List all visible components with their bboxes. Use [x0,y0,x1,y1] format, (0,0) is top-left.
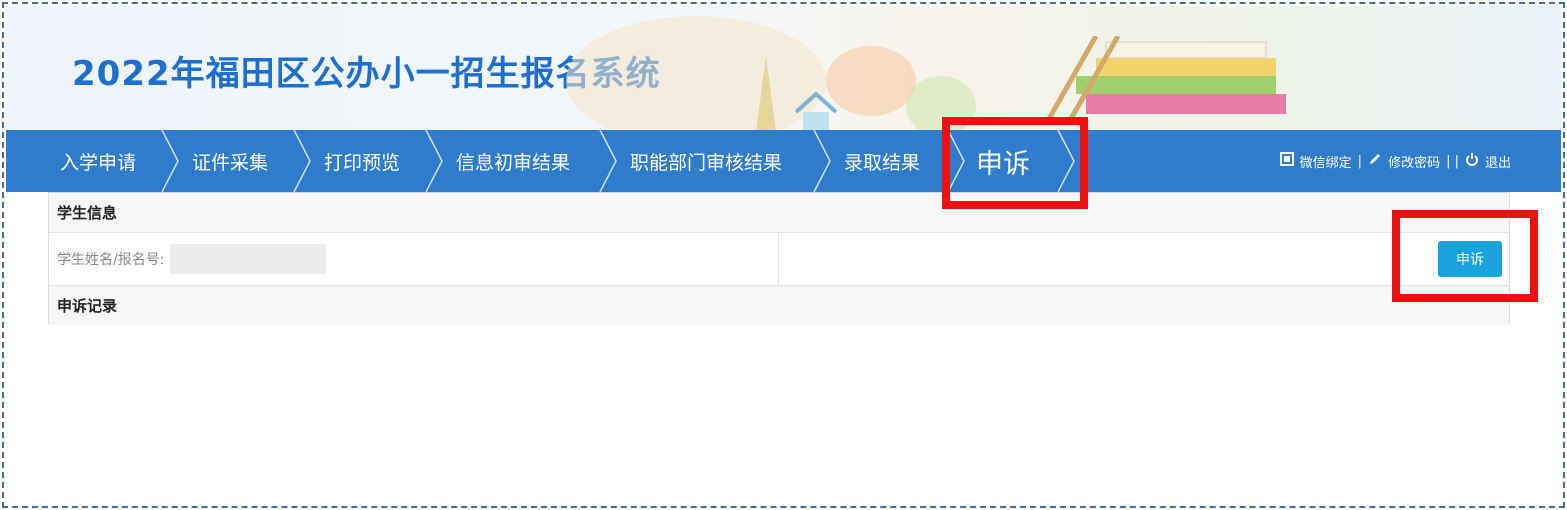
change-password-link[interactable]: 修改密码 [1388,152,1440,171]
highlight-box-nav-appeal [942,117,1088,209]
link-divider: | [1357,153,1363,169]
header-banner: 2022年福田区公办小一招生报名系统 [6,6,1561,130]
wechat-bind-icon [1279,152,1294,170]
tower-illustration [756,56,776,130]
nav-step-department-review[interactable]: 职能部门审核结果 [630,130,782,192]
student-info-panel: 学生信息 学生姓名/报名号: 申诉 申诉记录 [48,192,1510,325]
chevron-separator-icon [161,130,179,192]
nav-step-print-preview[interactable]: 打印预览 [324,130,400,192]
student-info-heading: 学生信息 [49,193,1509,233]
account-links: 微信绑定 | 修改密码 | | 退出 [1279,130,1511,192]
appeal-records-heading: 申诉记录 [49,285,1509,325]
wechat-bind-link[interactable]: 微信绑定 [1300,152,1352,171]
books-illustration [1046,36,1286,126]
highlight-box-appeal-button [1392,210,1538,302]
nav-step-admission-result[interactable]: 录取结果 [844,130,920,192]
house-illustration [794,92,838,130]
power-icon [1465,152,1479,170]
chevron-separator-icon [599,130,617,192]
link-divider: | | [1446,153,1459,169]
student-info-row: 学生姓名/报名号: 申诉 [49,233,1509,285]
chevron-separator-icon [813,130,831,192]
student-name-label: 学生姓名/报名号: [57,252,165,268]
nav-step-documents[interactable]: 证件采集 [192,130,268,192]
edit-pencil-icon [1368,152,1382,170]
decor-blob [566,16,826,130]
nav-step-apply[interactable]: 入学申请 [60,130,136,192]
nav-step-initial-review[interactable]: 信息初审结果 [456,130,570,192]
logout-link[interactable]: 退出 [1485,152,1511,171]
chevron-separator-icon [293,130,311,192]
chevron-separator-icon [425,130,443,192]
student-name-cell: 学生姓名/报名号: [49,233,779,285]
student-name-value [170,244,327,274]
step-navigation: 入学申请 证件采集 打印预览 信息初审结果 职能部门审核结果 录取结果 申诉 微… [6,130,1561,192]
